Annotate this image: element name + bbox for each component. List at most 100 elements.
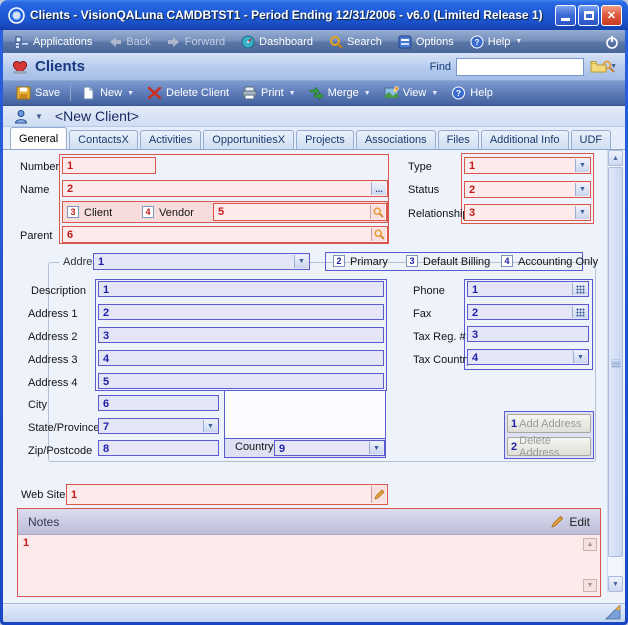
tax-country-dropdown[interactable]: 4 ▼ bbox=[467, 349, 589, 365]
name-label: Name bbox=[20, 184, 49, 196]
dropdown-arrow-icon[interactable]: ▼ bbox=[573, 351, 587, 363]
phone-dialer-button[interactable] bbox=[572, 283, 587, 295]
address2-field[interactable]: 3 bbox=[98, 327, 384, 343]
add-address-button[interactable]: 1 Add Address bbox=[507, 414, 591, 433]
website-edit-button[interactable] bbox=[371, 486, 386, 503]
save-button[interactable]: Save bbox=[11, 84, 65, 102]
title-bar[interactable]: Clients - VisionQALuna CAMDBTST1 - Perio… bbox=[0, 0, 628, 30]
menu-applications[interactable]: Applications bbox=[9, 33, 98, 51]
person-icon[interactable] bbox=[13, 109, 31, 124]
general-tab-content: Number 1 Name 2 ... 3 Client 4 Vendor 5 … bbox=[3, 150, 625, 602]
primary-checkbox[interactable]: 2 bbox=[333, 255, 345, 267]
phone-field[interactable]: 1 bbox=[467, 281, 589, 297]
notes-edit-button[interactable]: Edit bbox=[551, 515, 590, 529]
lookup-field[interactable]: 5 bbox=[213, 203, 387, 221]
dropdown-arrow-icon[interactable]: ▼ bbox=[294, 255, 308, 268]
svg-text:?: ? bbox=[474, 38, 479, 47]
status-dropdown[interactable]: 2 ▼ bbox=[464, 181, 591, 198]
parent-magnifier-button[interactable] bbox=[371, 228, 386, 241]
notes-textarea[interactable]: 1 ▲ ▼ bbox=[18, 535, 600, 595]
city-field[interactable]: 6 bbox=[98, 395, 219, 411]
tab-activities[interactable]: Activities bbox=[140, 130, 201, 149]
address4-field[interactable]: 5 bbox=[98, 373, 384, 389]
relationship-dropdown[interactable]: 3 ▼ bbox=[464, 204, 591, 221]
menu-forward[interactable]: Forward bbox=[161, 33, 231, 51]
toolbar-help-button[interactable]: ? Help bbox=[446, 84, 498, 102]
new-document-icon bbox=[81, 86, 96, 100]
window-title: Clients - VisionQALuna CAMDBTST1 - Perio… bbox=[30, 8, 555, 22]
dropdown-arrow-icon[interactable]: ▼ bbox=[575, 206, 589, 219]
client-checkbox[interactable]: 3 bbox=[67, 206, 79, 218]
vendor-checkbox-label: Vendor bbox=[159, 207, 194, 219]
resize-grip-icon[interactable] bbox=[605, 605, 621, 620]
menu-back[interactable]: Back bbox=[102, 33, 156, 51]
view-button[interactable]: View ▼ bbox=[379, 84, 444, 102]
fax-field[interactable]: 2 bbox=[467, 304, 589, 320]
address-empty-box bbox=[224, 390, 386, 439]
maximize-button[interactable] bbox=[578, 5, 599, 26]
name-browse-button[interactable]: ... bbox=[371, 182, 386, 195]
menu-help[interactable]: ? Help ▼ bbox=[464, 33, 529, 51]
vertical-scrollbar[interactable]: ▲ ▼ bbox=[607, 150, 622, 592]
parent-field[interactable]: 6 bbox=[62, 226, 388, 243]
number-field[interactable]: 1 bbox=[62, 157, 156, 174]
app-icon bbox=[8, 7, 25, 24]
new-button[interactable]: New ▼ bbox=[76, 84, 139, 102]
tab-general[interactable]: General bbox=[10, 127, 67, 149]
vendor-checkbox[interactable]: 4 bbox=[142, 206, 154, 218]
menu-dashboard[interactable]: Dashboard bbox=[235, 33, 319, 51]
address-selector-dropdown[interactable]: 1 ▼ bbox=[93, 253, 310, 270]
tab-bar: General ContactsX Activities Opportuniti… bbox=[3, 127, 625, 150]
tax-reg-label: Tax Reg. # bbox=[413, 331, 466, 343]
tab-files[interactable]: Files bbox=[438, 130, 479, 149]
notes-scroll-up-button[interactable]: ▲ bbox=[583, 538, 597, 551]
scrollbar-thumb[interactable] bbox=[608, 167, 623, 557]
description-field[interactable]: 1 bbox=[98, 281, 384, 297]
dropdown-arrow-icon[interactable]: ▼ bbox=[369, 442, 383, 454]
fax-label: Fax bbox=[413, 308, 431, 320]
tab-projects[interactable]: Projects bbox=[296, 130, 354, 149]
merge-button[interactable]: Merge ▼ bbox=[304, 84, 376, 102]
menu-options[interactable]: Options bbox=[392, 33, 460, 51]
find-input[interactable] bbox=[457, 60, 602, 74]
zip-postcode-field[interactable]: 8 bbox=[98, 440, 219, 456]
website-field[interactable]: 1 bbox=[66, 484, 388, 505]
state-province-dropdown[interactable]: 7 ▼ bbox=[98, 418, 219, 434]
address1-field[interactable]: 2 bbox=[98, 304, 384, 320]
minimize-button[interactable] bbox=[555, 5, 576, 26]
menu-search[interactable]: Search bbox=[323, 33, 388, 51]
address3-field[interactable]: 4 bbox=[98, 350, 384, 366]
scroll-up-button[interactable]: ▲ bbox=[608, 150, 623, 166]
svg-text:?: ? bbox=[456, 88, 461, 98]
tab-associations[interactable]: Associations bbox=[356, 130, 436, 149]
delete-client-button[interactable]: Delete Client bbox=[142, 84, 234, 102]
find-folder-button[interactable]: ▼ bbox=[590, 60, 617, 73]
power-icon[interactable] bbox=[605, 35, 619, 49]
accounting-only-checkbox[interactable]: 4 bbox=[501, 255, 513, 267]
tab-udf[interactable]: UDF bbox=[571, 130, 612, 149]
address3-label: Address 3 bbox=[28, 354, 78, 366]
tab-contactsx[interactable]: ContactsX bbox=[69, 130, 138, 149]
country-dropdown[interactable]: 9 ▼ bbox=[274, 440, 385, 456]
default-billing-checkbox[interactable]: 3 bbox=[406, 255, 418, 267]
tab-additional-info[interactable]: Additional Info bbox=[481, 130, 569, 149]
print-button[interactable]: Print ▼ bbox=[237, 84, 301, 102]
tax-reg-field[interactable]: 3 bbox=[467, 326, 589, 342]
status-label: Status bbox=[408, 184, 439, 196]
toolbar-separator bbox=[70, 85, 71, 101]
fax-dialer-button[interactable] bbox=[572, 306, 587, 318]
dropdown-arrow-icon[interactable]: ▼ bbox=[575, 183, 589, 196]
lookup-magnifier-button[interactable] bbox=[370, 205, 385, 219]
pencil-icon bbox=[551, 515, 564, 528]
scroll-down-button[interactable]: ▼ bbox=[608, 576, 623, 592]
name-field[interactable]: 2 ... bbox=[62, 180, 388, 197]
tab-opportunitiesx[interactable]: OpportunitiesX bbox=[203, 130, 294, 149]
dropdown-arrow-icon[interactable]: ▼ bbox=[203, 420, 217, 432]
record-caret-icon[interactable]: ▼ bbox=[35, 112, 43, 121]
delete-address-button[interactable]: 2 Delete Address bbox=[507, 437, 591, 456]
type-dropdown[interactable]: 1 ▼ bbox=[464, 157, 591, 174]
notes-scroll-down-button[interactable]: ▼ bbox=[583, 579, 597, 592]
relationship-label: Relationship bbox=[408, 208, 469, 220]
dropdown-arrow-icon[interactable]: ▼ bbox=[575, 159, 589, 172]
close-button[interactable]: ✕ bbox=[601, 5, 622, 26]
